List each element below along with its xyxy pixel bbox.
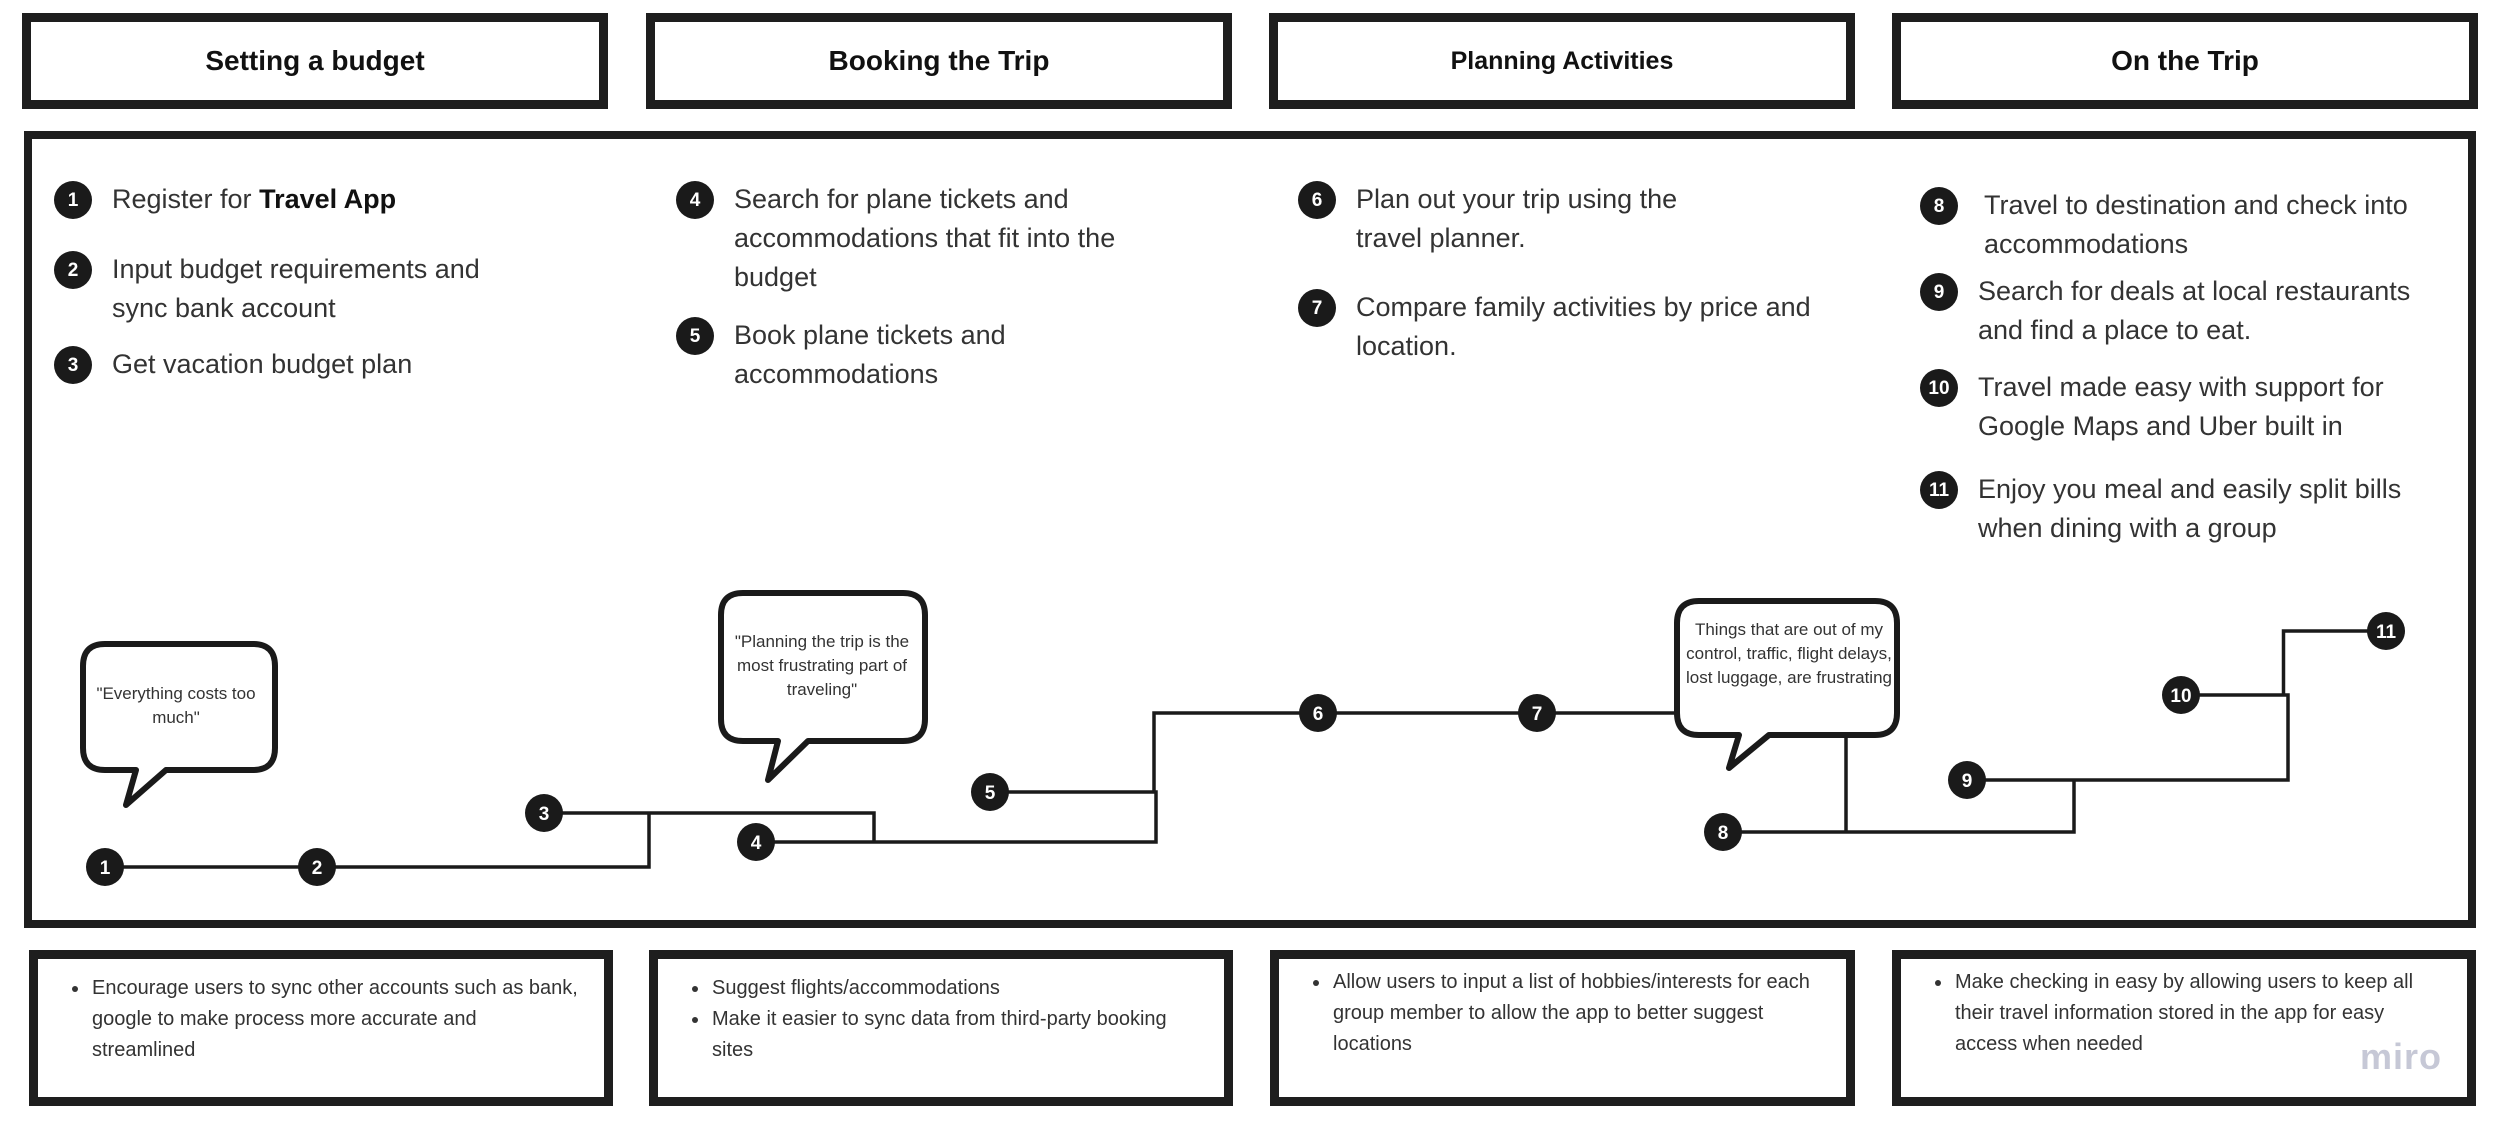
- journey-node-label: 5: [985, 783, 996, 804]
- journey-node-label: 9: [1962, 771, 1973, 792]
- idea-item: Make it easier to sync data from third-p…: [710, 1004, 1204, 1066]
- ideas-box-booking: Suggest flights/accommodationsMake it ea…: [649, 950, 1233, 1106]
- ideas-box-setting-budget: Encourage users to sync other accounts s…: [29, 950, 613, 1106]
- journey-node-label: 6: [1313, 704, 1324, 725]
- quote-text: "Everything costs too much": [96, 684, 256, 727]
- quote-text: "Planning the trip is the most frustrati…: [734, 632, 910, 699]
- journey-node-label: 11: [2376, 622, 2397, 643]
- journey-node-label: 7: [1532, 704, 1543, 725]
- ideas-box-planning: Allow users to input a list of hobbies/i…: [1270, 950, 1855, 1106]
- quote-text: Things that are out of my control, traff…: [1685, 620, 1892, 687]
- ideas-box-on-trip: Make checking in easy by allowing users …: [1892, 950, 2476, 1106]
- idea-item: Allow users to input a list of hobbies/i…: [1331, 967, 1826, 1060]
- journey-node-label: 1: [100, 858, 111, 879]
- journey-node-label: 3: [539, 804, 550, 825]
- journey-node-label: 8: [1718, 823, 1729, 844]
- journey-node-label: 2: [312, 858, 323, 879]
- idea-item: Encourage users to sync other accounts s…: [90, 973, 584, 1066]
- journey-line: [105, 629, 2386, 869]
- idea-item: Suggest flights/accommodations: [710, 973, 1204, 1004]
- miro-logo: miro: [2360, 1036, 2443, 1077]
- journey-node-label: 10: [2170, 686, 2191, 707]
- journey-node-label: 4: [751, 833, 762, 854]
